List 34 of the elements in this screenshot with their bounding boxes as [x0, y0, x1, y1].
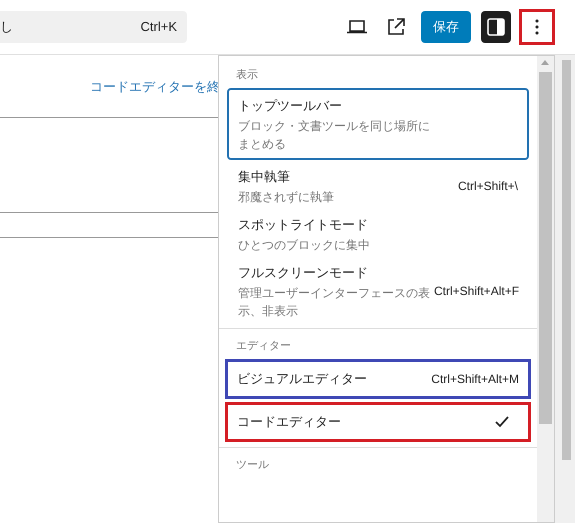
menu-item[interactable]: 集中執筆 邪魔されずに執筆 Ctrl+Shift+\: [227, 164, 529, 208]
options-menu-button[interactable]: [519, 9, 555, 45]
sidebar-toggle-button[interactable]: [481, 11, 511, 43]
item-label: 集中執筆: [238, 168, 291, 186]
check-icon: [495, 416, 509, 428]
item-label: トップツールバー: [238, 97, 343, 115]
more-icon: [535, 19, 539, 35]
item-description: 管理ユーザーインターフェースの表示、非表示: [238, 285, 431, 320]
menu-item[interactable]: スポットライトモード ひとつのブロックに集中: [227, 212, 529, 256]
menu-item[interactable]: ビジュアルエディター Ctrl+Shift+Alt+M: [225, 359, 531, 399]
section-heading: 表示: [235, 68, 259, 83]
page-scrollbar[interactable]: [555, 55, 575, 523]
item-description: 邪魔されずに執筆: [238, 189, 335, 206]
exit-code-editor-link[interactable]: コードエディターを終: [90, 76, 220, 96]
menu-item[interactable]: トップツールバー ブロック・文書ツールを同じ場所にまとめる: [227, 88, 529, 160]
laptop-icon[interactable]: [347, 20, 367, 34]
save-button[interactable]: 保存: [421, 11, 471, 43]
item-description: ひとつのブロックに集中: [238, 237, 371, 254]
item-description: ブロック・文書ツールを同じ場所にまとめる: [238, 118, 431, 153]
shortcut-hint: Ctrl+Shift+Alt+F: [434, 283, 520, 300]
item-label: フルスクリーンモード: [238, 264, 369, 282]
item-label: スポットライトモード: [238, 216, 369, 234]
search-field[interactable]: し Ctrl+K: [0, 11, 187, 43]
section-heading: ツール: [235, 458, 270, 473]
shortcut-hint: Ctrl+Shift+Alt+M: [431, 371, 519, 388]
search-text: し: [0, 18, 13, 36]
shortcut-hint: Ctrl+K: [140, 18, 177, 36]
section-heading: エディター: [235, 338, 292, 354]
menu-item[interactable]: コードエディター: [225, 402, 531, 442]
sidebar-icon: [487, 18, 505, 36]
shortcut-hint: Ctrl+Shift+\: [458, 178, 518, 195]
scrollbar[interactable]: [537, 56, 554, 522]
menu-item[interactable]: フルスクリーンモード 管理ユーザーインターフェースの表示、非表示 Ctrl+Shift+Alt+F: [227, 260, 529, 322]
external-link-icon[interactable]: [387, 18, 405, 36]
